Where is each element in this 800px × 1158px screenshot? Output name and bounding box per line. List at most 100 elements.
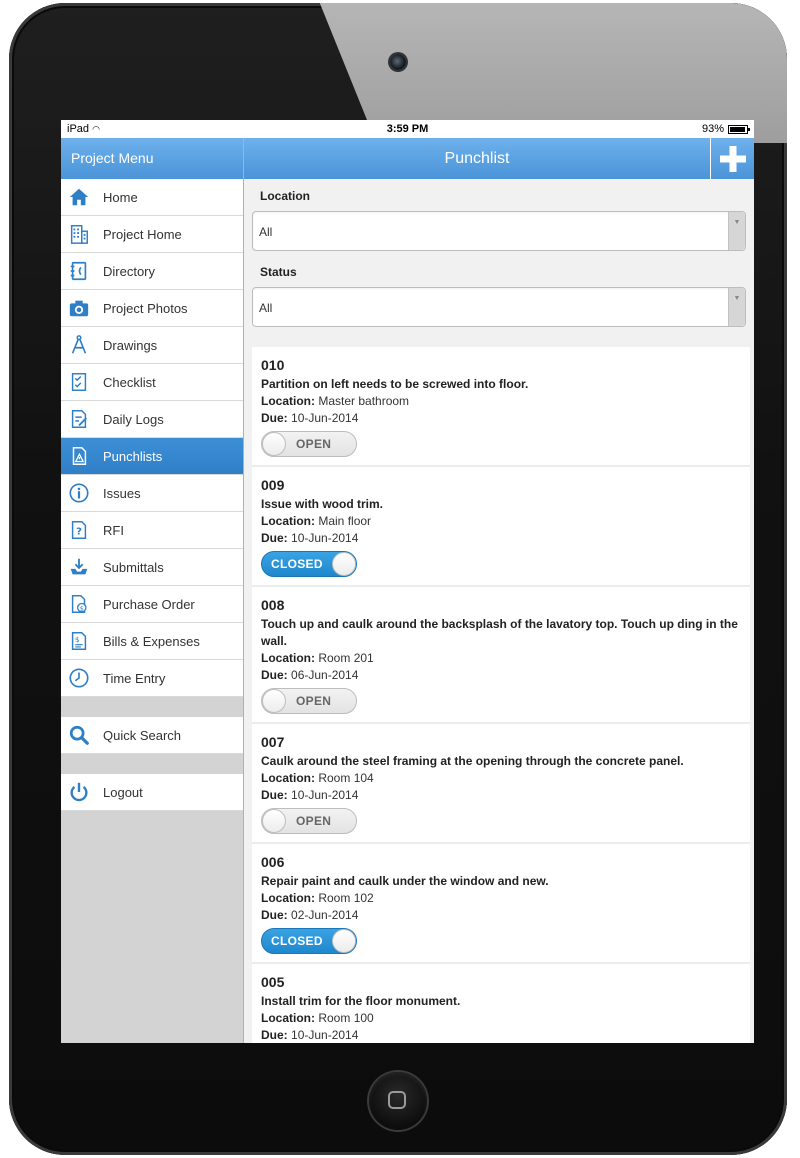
location-text: Room 201 <box>318 651 374 665</box>
sidebar-item-punchlists[interactable]: Punchlists <box>61 438 243 475</box>
item-location: Location: Main floor <box>261 513 740 530</box>
add-button[interactable] <box>710 138 754 179</box>
sidebar-item-purchase-order[interactable]: $ Purchase Order <box>61 586 243 623</box>
checklist-icon <box>67 370 91 394</box>
item-location: Location: Master bathroom <box>261 393 740 410</box>
location-value: All <box>259 225 273 239</box>
item-description: Caulk around the steel framing at the op… <box>261 754 684 768</box>
due-text: 10-Jun-2014 <box>291 531 359 545</box>
location-prefix: Location: <box>261 771 315 785</box>
punch-item[interactable]: 008 Touch up and caulk around the backsp… <box>252 587 750 724</box>
item-location: Location: Room 100 <box>261 1010 740 1027</box>
status-bar: iPad ◠ 3:59 PM 93% <box>61 120 754 138</box>
sidebar-item-home[interactable]: Home <box>61 179 243 216</box>
sidebar-item-label: Submittals <box>103 559 164 575</box>
sidebar-item-bills-expenses[interactable]: $ Bills & Expenses <box>61 623 243 660</box>
location-prefix: Location: <box>261 651 315 665</box>
filters: Location All ▼ Status All ▼ <box>244 179 754 347</box>
svg-text:?: ? <box>76 527 82 538</box>
menu-divider <box>61 754 243 774</box>
status-toggle[interactable]: CLOSED <box>261 551 357 577</box>
sidebar-item-label: Project Photos <box>103 300 188 316</box>
sidebar-item-directory[interactable]: Directory <box>61 253 243 290</box>
sidebar-item-label: Checklist <box>103 374 156 390</box>
battery-icon <box>728 124 750 134</box>
due-prefix: Due: <box>261 668 288 682</box>
download-tray-icon <box>67 555 91 579</box>
status-value: All <box>259 301 273 315</box>
sidebar-item-label: Bills & Expenses <box>103 633 200 649</box>
punch-item[interactable]: 010 Partition on left needs to be screwe… <box>252 347 750 467</box>
status-toggle[interactable]: CLOSED <box>261 928 357 954</box>
status-select[interactable]: All ▼ <box>252 287 746 327</box>
sidebar-item-checklist[interactable]: Checklist <box>61 364 243 401</box>
info-icon <box>67 481 91 505</box>
sidebar-item-label: Drawings <box>103 337 158 353</box>
menu-divider <box>61 697 243 717</box>
sidebar-item-label: Directory <box>103 263 156 279</box>
due-prefix: Due: <box>261 908 288 922</box>
toggle-knob <box>262 432 286 456</box>
punch-item[interactable]: 007 Caulk around the steel framing at th… <box>252 724 750 844</box>
svg-text:$: $ <box>80 604 84 612</box>
item-location: Location: Room 104 <box>261 770 740 787</box>
sidebar-item-logout[interactable]: Logout <box>61 774 243 811</box>
item-number: 006 <box>261 854 285 870</box>
camera-icon <box>67 296 91 320</box>
location-label: Location <box>260 189 310 203</box>
sidebar-item-submittals[interactable]: Submittals <box>61 549 243 586</box>
punch-item[interactable]: 005 Install trim for the floor monument.… <box>252 964 750 1043</box>
punch-item[interactable]: 006 Repair paint and caulk under the win… <box>252 844 750 964</box>
select-arrow: ▼ <box>728 212 745 250</box>
item-number: 005 <box>261 974 285 990</box>
status-toggle[interactable]: OPEN <box>261 688 357 714</box>
front-camera <box>390 54 406 70</box>
due-prefix: Due: <box>261 531 288 545</box>
item-due: Due: 02-Jun-2014 <box>261 907 740 924</box>
purchase-order-icon: $ <box>67 592 91 616</box>
search-icon <box>67 723 91 747</box>
sidebar-item-issues[interactable]: Issues <box>61 475 243 512</box>
main-panel: Punchlist Location All ▼ Status All ▼ 01… <box>244 138 754 1043</box>
item-description: Install trim for the floor monument. <box>261 994 461 1008</box>
home-button[interactable] <box>369 1072 427 1130</box>
sidebar-item-label: Logout <box>103 784 143 800</box>
menu-list-logout: Logout <box>61 774 243 811</box>
item-number: 010 <box>261 357 285 373</box>
plus-icon <box>719 145 746 172</box>
sidebar-item-project-home[interactable]: Project Home <box>61 216 243 253</box>
due-text: 10-Jun-2014 <box>291 411 359 425</box>
sidebar: Project Menu Home Project Home Directory… <box>61 138 244 1043</box>
clock-icon <box>67 666 91 690</box>
sidebar-item-daily-logs[interactable]: Daily Logs <box>61 401 243 438</box>
sidebar-item-label: Issues <box>103 485 141 501</box>
sidebar-item-project-photos[interactable]: Project Photos <box>61 290 243 327</box>
screen: iPad ◠ 3:59 PM 93% Project Menu Home Pro… <box>61 120 754 1043</box>
status-time: 3:59 PM <box>386 123 429 135</box>
ipad-frame: iPad ◠ 3:59 PM 93% Project Menu Home Pro… <box>9 3 787 1155</box>
status-toggle[interactable]: OPEN <box>261 808 357 834</box>
home-icon <box>67 185 91 209</box>
punch-item[interactable]: 009 Issue with wood trim. Location: Main… <box>252 467 750 587</box>
status-toggle[interactable]: OPEN <box>261 431 357 457</box>
item-due: Due: 06-Jun-2014 <box>261 667 740 684</box>
sidebar-item-quick-search[interactable]: Quick Search <box>61 717 243 754</box>
building-icon <box>67 222 91 246</box>
location-select[interactable]: All ▼ <box>252 211 746 251</box>
sidebar-item-time-entry[interactable]: Time Entry <box>61 660 243 697</box>
page-title: Punchlist <box>444 150 510 167</box>
menu-list: Home Project Home Directory Project Phot… <box>61 179 243 697</box>
location-prefix: Location: <box>261 394 315 408</box>
status-battery: 93% <box>702 123 750 135</box>
item-number: 009 <box>261 477 285 493</box>
toggle-knob <box>332 552 356 576</box>
location-prefix: Location: <box>261 1011 315 1025</box>
item-due: Due: 10-Jun-2014 <box>261 410 740 427</box>
due-text: 06-Jun-2014 <box>291 668 359 682</box>
item-description: Partition on left needs to be screwed in… <box>261 377 529 391</box>
sidebar-item-label: Time Entry <box>103 670 166 686</box>
sidebar-item-drawings[interactable]: Drawings <box>61 327 243 364</box>
sidebar-item-rfi[interactable]: ? RFI <box>61 512 243 549</box>
location-text: Main floor <box>318 514 372 528</box>
directory-icon <box>67 259 91 283</box>
